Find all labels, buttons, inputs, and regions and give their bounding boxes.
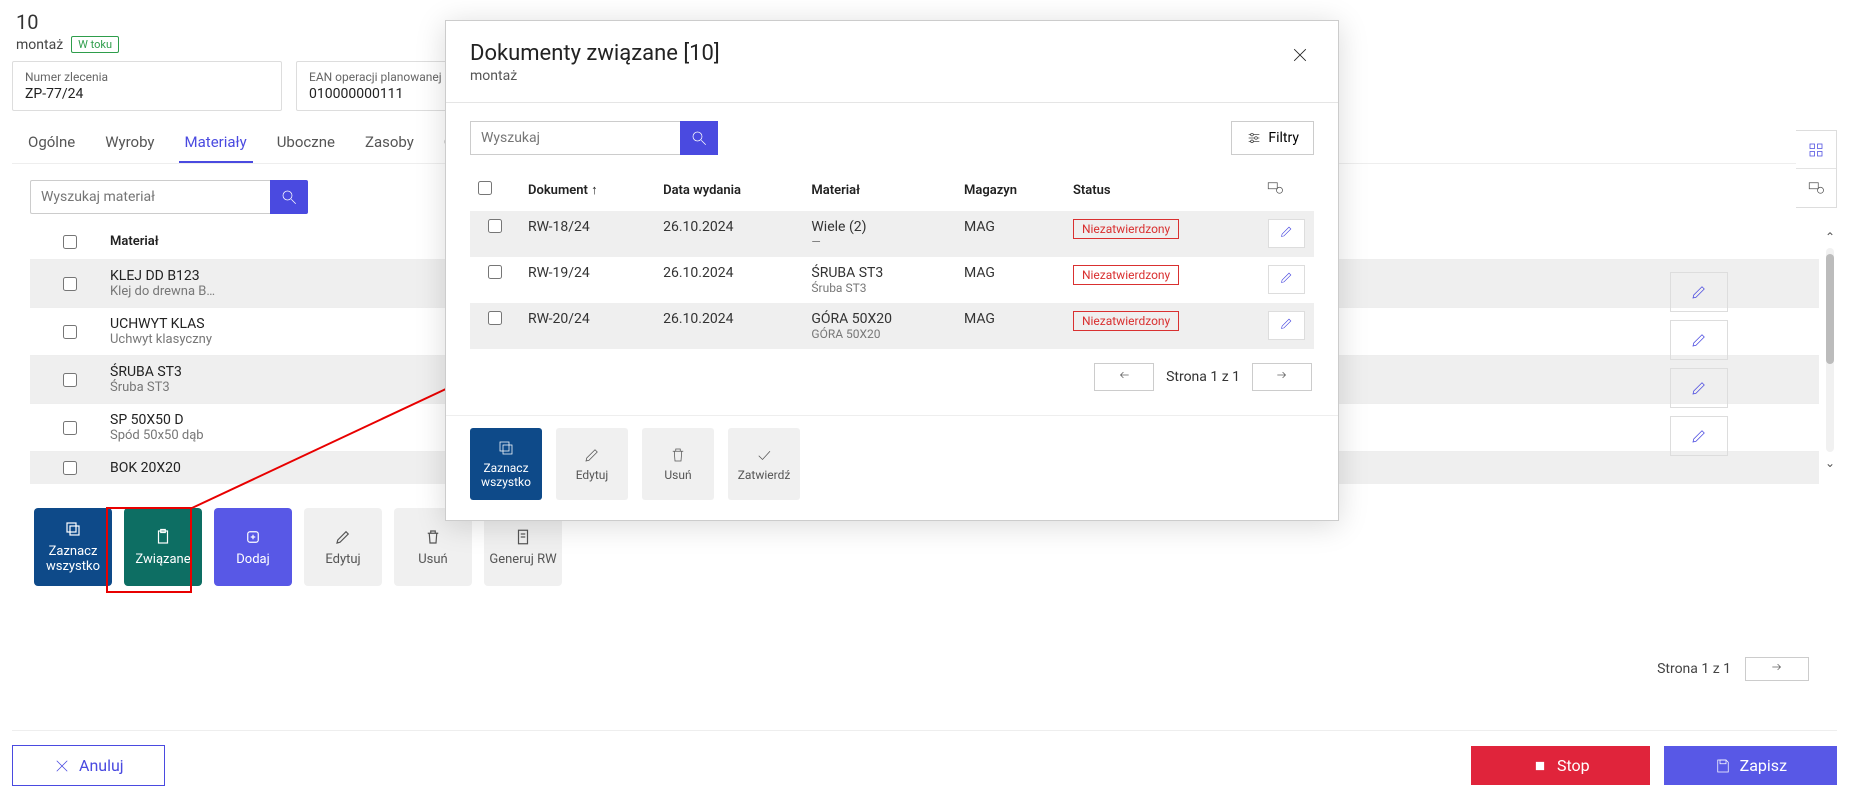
col-settings[interactable] (1258, 169, 1314, 211)
chevron-down-icon[interactable]: ⌄ (1825, 456, 1835, 470)
side-edit-column (1659, 272, 1739, 460)
row-edit-button[interactable] (1268, 265, 1305, 294)
order-number-value: ZP-77/24 (25, 86, 269, 102)
doc-row-checkbox[interactable] (488, 219, 502, 233)
table-settings-icon (1266, 179, 1284, 197)
material-checkbox[interactable] (63, 277, 77, 291)
modal-search-button[interactable] (680, 121, 718, 155)
status-pill: Niezatwierdzony (1073, 219, 1179, 239)
tab-zasoby[interactable]: Zasoby (359, 127, 420, 163)
order-number-label: Numer zlecenia (25, 70, 269, 84)
stop-icon (1531, 757, 1549, 775)
col-material[interactable]: Materiał (803, 169, 956, 211)
pencil-icon (583, 446, 601, 464)
order-number-card: Numer zlecenia ZP-77/24 (12, 61, 282, 111)
document-row[interactable]: RW-20/24 26.10.2024 GÓRA 50X20GÓRA 50X20… (470, 303, 1314, 349)
doc-row-checkbox[interactable] (488, 311, 502, 325)
vertical-scrollbar[interactable]: ⌃ ⌄ (1823, 230, 1837, 470)
modal-pager-text: Strona 1 z 1 (1166, 369, 1240, 385)
cancel-button[interactable]: Anuluj (12, 745, 165, 786)
related-button[interactable]: Związane (124, 508, 202, 586)
stop-button[interactable]: Stop (1471, 746, 1650, 785)
side-edit-row-button[interactable] (1670, 368, 1728, 408)
grid-view-icon[interactable] (1796, 131, 1836, 169)
sort-asc-icon: ↑ (591, 183, 598, 198)
modal-confirm-button[interactable]: Zatwierdź (728, 428, 800, 500)
material-header-label: Materiał (110, 234, 159, 249)
modal-close-button[interactable] (1286, 41, 1314, 75)
document-row[interactable]: RW-18/24 26.10.2024 Wiele (2)— MAG Nieza… (470, 211, 1314, 257)
modal-delete-button[interactable]: Usuń (642, 428, 714, 500)
plus-icon (244, 528, 262, 546)
tab-materialy[interactable]: Materiały (179, 127, 253, 163)
material-checkbox[interactable] (63, 325, 77, 339)
arrow-right-icon (1770, 660, 1784, 674)
arrow-right-icon (1275, 368, 1289, 382)
settings-stack-icon[interactable] (1796, 169, 1836, 207)
add-button[interactable]: Dodaj (214, 508, 292, 586)
trash-icon (424, 528, 442, 546)
col-warehouse[interactable]: Magazyn (956, 169, 1065, 211)
modal-subtitle: montaż (470, 68, 720, 84)
filters-button[interactable]: Filtry (1231, 121, 1314, 155)
clipboard-icon (154, 528, 172, 546)
page-name: montaż (16, 37, 63, 53)
related-documents-modal: Dokumenty związane [10] montaż Filtry (445, 20, 1339, 521)
col-document[interactable]: Dokument ↑ (520, 169, 655, 211)
tab-ogolne[interactable]: Ogólne (22, 127, 81, 163)
modal-edit-button[interactable]: Edytuj (556, 428, 628, 500)
doc-row-checkbox[interactable] (488, 265, 502, 279)
tab-uboczne[interactable]: Uboczne (271, 127, 341, 163)
tab-wyroby[interactable]: Wyroby (99, 127, 160, 163)
pager: Strona 1 z 1 (1657, 657, 1809, 681)
search-icon (280, 188, 298, 206)
pager-next-button[interactable] (1252, 363, 1312, 391)
pencil-icon (1279, 316, 1294, 331)
doc-select-all-checkbox[interactable] (478, 181, 492, 195)
arrow-left-icon (1117, 368, 1131, 382)
material-search-input[interactable] (30, 180, 270, 214)
material-select-all-checkbox[interactable] (63, 235, 77, 249)
document-rw-icon (514, 528, 532, 546)
pager-next-button[interactable] (1745, 657, 1809, 681)
material-checkbox[interactable] (63, 461, 77, 475)
sliders-icon (1246, 130, 1262, 146)
side-edit-row-button[interactable] (1670, 272, 1728, 312)
material-checkbox[interactable] (63, 373, 77, 387)
col-date[interactable]: Data wydania (655, 169, 803, 211)
check-icon (755, 446, 773, 464)
status-badge: W toku (71, 36, 119, 53)
copy-icon (64, 520, 82, 538)
side-edit-row-button[interactable] (1670, 416, 1728, 456)
col-status[interactable]: Status (1065, 169, 1258, 211)
save-button[interactable]: Zapisz (1664, 746, 1837, 785)
copy-icon (497, 439, 515, 457)
pager-text: Strona 1 z 1 (1657, 661, 1731, 677)
trash-icon (669, 446, 687, 464)
close-icon (53, 757, 71, 775)
pencil-icon (334, 528, 352, 546)
row-edit-button[interactable] (1268, 311, 1305, 340)
modal-search-input[interactable] (470, 121, 680, 155)
document-row[interactable]: RW-19/24 26.10.2024 ŚRUBA ST3Śruba ST3 M… (470, 257, 1314, 303)
status-pill: Niezatwierdzony (1073, 311, 1179, 331)
pencil-icon (1279, 270, 1294, 285)
side-edit-row-button[interactable] (1670, 320, 1728, 360)
modal-select-all-button[interactable]: Zaznacz wszystko (470, 428, 542, 500)
select-all-button[interactable]: Zaznacz wszystko (34, 508, 112, 586)
close-icon (1290, 45, 1310, 65)
save-icon (1714, 757, 1732, 775)
pager-prev-button[interactable] (1094, 363, 1154, 391)
material-checkbox[interactable] (63, 421, 77, 435)
documents-table: Dokument ↑ Data wydania Materiał Magazyn… (470, 169, 1314, 349)
scrollbar-thumb[interactable] (1826, 254, 1834, 364)
edit-button[interactable]: Edytuj (304, 508, 382, 586)
search-icon (690, 129, 708, 147)
modal-title: Dokumenty związane [10] (470, 41, 720, 66)
chevron-up-icon[interactable]: ⌃ (1825, 230, 1835, 244)
status-pill: Niezatwierdzony (1073, 265, 1179, 285)
material-search-button[interactable] (270, 180, 308, 214)
row-edit-button[interactable] (1268, 219, 1305, 248)
pencil-icon (1279, 224, 1294, 239)
